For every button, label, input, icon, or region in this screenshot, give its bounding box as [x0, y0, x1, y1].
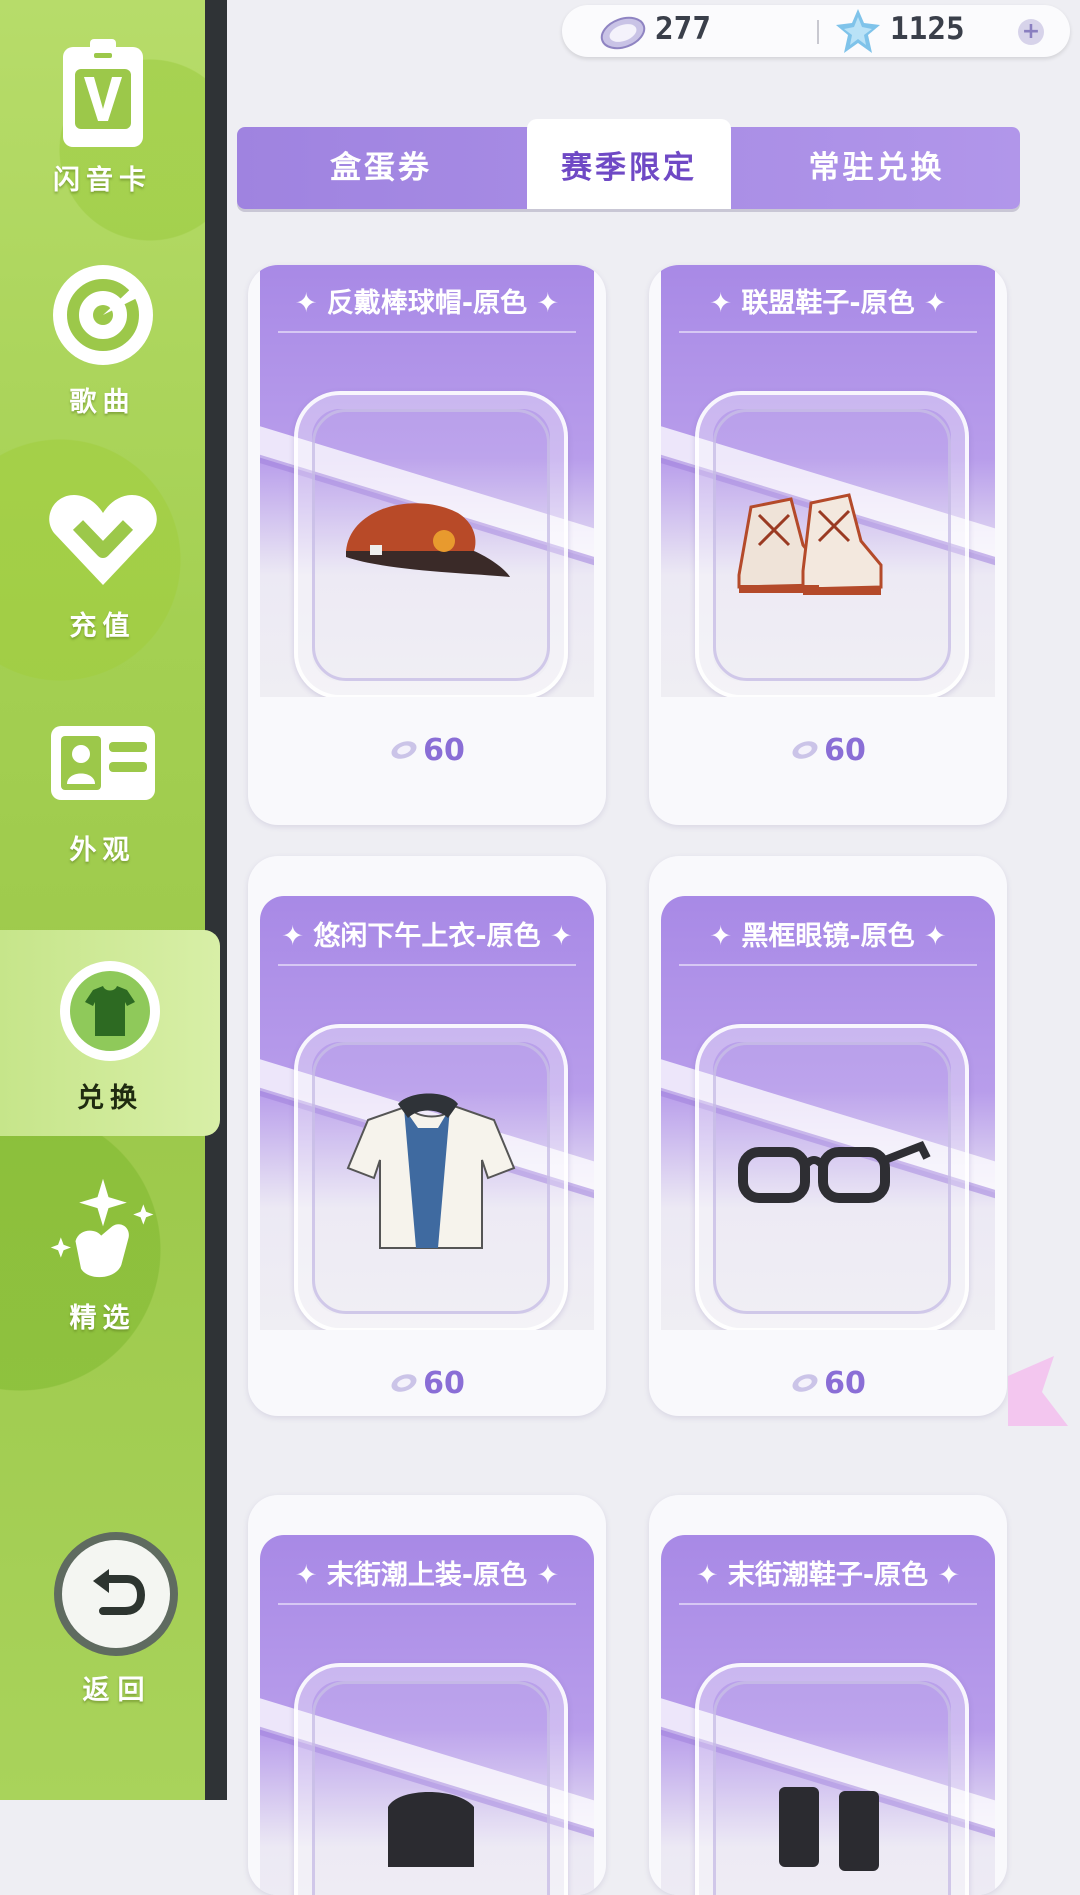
sidebar-item-label: 充值	[69, 611, 136, 642]
currency-divider	[817, 20, 819, 44]
ticket-icon	[600, 16, 646, 50]
flag-decoration-icon	[1008, 1356, 1068, 1426]
back-label: 返回	[82, 1675, 153, 1706]
back-button[interactable]	[54, 1532, 178, 1656]
item-card[interactable]: ✦ 黑框眼镜-原色 ✦ 60	[649, 856, 1007, 1416]
ticket-icon	[391, 741, 417, 759]
price-row: 60	[248, 705, 606, 795]
sidebar-item-songs[interactable]: 歌曲	[0, 222, 205, 432]
tab-capsule-ticket[interactable]: 盒蛋券	[237, 127, 525, 209]
item-name: ✦ 末街潮上装-原色 ✦	[294, 1560, 560, 1591]
item-card[interactable]: ✦ 联盟鞋子-原色 ✦ 60	[649, 265, 1007, 825]
sparkle-hand-icon	[48, 1176, 158, 1286]
sidebar-item-label: 精选	[69, 1303, 136, 1334]
currency-bar: 277 1125 +	[562, 5, 1070, 57]
heart-icon	[48, 484, 158, 594]
price-row: 60	[649, 1338, 1007, 1416]
item-name: ✦ 末街潮鞋子-原色 ✦	[695, 1560, 961, 1591]
item-card[interactable]: ✦ 反戴棒球帽-原色 ✦ 60	[248, 265, 606, 825]
sidebar-item-label: 歌曲	[69, 387, 136, 418]
item-card[interactable]: ✦ 末街潮鞋子-原色 ✦	[649, 1495, 1007, 1895]
sidebar-item-label: 闪音卡	[53, 165, 152, 196]
crystal-amount: 1125	[890, 11, 965, 47]
sidebar-item-label: 外观	[69, 835, 136, 866]
item-price: 60	[824, 1365, 866, 1401]
shirt-icon	[346, 1093, 516, 1249]
jacket-icon	[388, 1792, 474, 1867]
ticket-icon	[792, 1374, 818, 1392]
ticket-icon	[391, 1374, 417, 1392]
item-name: ✦ 联盟鞋子-原色 ✦	[709, 288, 947, 319]
glasses-icon	[738, 1140, 931, 1203]
ticket-icon	[792, 741, 818, 759]
add-currency-button[interactable]: +	[1018, 19, 1044, 45]
sidebar-divider	[205, 0, 227, 1800]
sidebar-item-recharge[interactable]: 充值	[0, 446, 205, 656]
item-name: ✦ 悠闲下午上衣-原色 ✦	[281, 921, 573, 952]
shirt-icon	[55, 956, 165, 1066]
sidebar-item-featured[interactable]: 精选	[0, 1146, 205, 1356]
sidebar-item-exchange[interactable]: 兑换	[0, 930, 220, 1136]
ticket-amount: 277	[655, 11, 711, 47]
tab-season-limited[interactable]: 赛季限定	[527, 119, 731, 209]
id-card-icon	[48, 708, 158, 818]
baseball-cap-icon	[346, 503, 510, 577]
v-card-icon	[48, 38, 158, 148]
boots-icon	[779, 1787, 879, 1871]
sidebar-item-appearance[interactable]: 外观	[0, 670, 205, 880]
tab-permanent-exchange[interactable]: 常驻兑换	[733, 127, 1020, 209]
item-name: ✦ 黑框眼镜-原色 ✦	[709, 921, 947, 952]
disc-icon	[48, 260, 158, 370]
price-row: 60	[649, 705, 1007, 795]
sidebar-item-label: 兑换	[77, 1083, 143, 1114]
crystal-icon	[836, 9, 880, 53]
tab-bar: 盒蛋券 赛季限定 常驻兑换	[237, 119, 1020, 209]
item-price: 60	[824, 732, 866, 768]
item-price: 60	[423, 732, 465, 768]
item-price: 60	[423, 1365, 465, 1401]
item-name: ✦ 反戴棒球帽-原色 ✦	[294, 288, 560, 319]
sneakers-icon	[737, 493, 883, 595]
item-card[interactable]: ✦ 悠闲下午上衣-原色 ✦ 60	[248, 856, 606, 1416]
sidebar-item-shine-card[interactable]: 闪音卡	[0, 0, 205, 210]
item-card[interactable]: ✦ 末街潮上装-原色 ✦	[248, 1495, 606, 1895]
price-row: 60	[248, 1338, 606, 1416]
return-arrow-icon	[93, 1569, 145, 1615]
